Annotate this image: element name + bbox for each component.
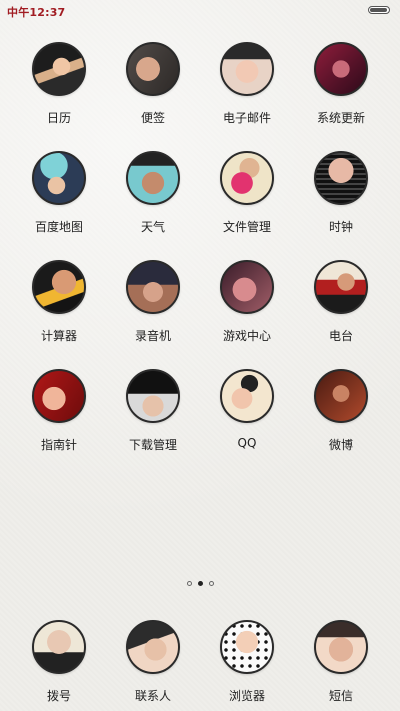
page-indicator [0,581,400,586]
app-calendar[interactable]: 日历 [12,42,106,150]
dock: 拨号 联系人 浏览器 短信 [0,620,400,710]
dock-dialer[interactable]: 拨号 [12,620,106,710]
file-manager-avatar-icon[interactable] [220,151,274,205]
app-label: 文件管理 [222,220,271,234]
calculator-avatar-icon[interactable] [32,260,86,314]
app-label: 微博 [328,438,353,452]
app-label: 天气 [140,220,165,234]
app-label: 便签 [140,111,165,125]
app-label: 浏览器 [228,689,265,703]
app-file-manager[interactable]: 文件管理 [200,151,294,259]
dock-messages[interactable]: 短信 [294,620,388,710]
email-avatar-icon[interactable] [220,42,274,96]
app-label: 电子邮件 [222,111,271,125]
app-email[interactable]: 电子邮件 [200,42,294,150]
app-radio[interactable]: 电台 [294,260,388,368]
page-dot-active[interactable] [197,581,203,586]
app-weibo[interactable]: 微博 [294,369,388,477]
messages-avatar-icon[interactable] [314,620,368,674]
app-clock[interactable]: 时钟 [294,151,388,259]
app-label: 录音机 [134,329,171,343]
app-label: 指南针 [40,438,77,452]
battery-icon [368,6,390,14]
app-label: 游戏中心 [222,329,271,343]
system-update-avatar-icon[interactable] [314,42,368,96]
app-label: 下载管理 [128,438,177,452]
app-weather[interactable]: 天气 [106,151,200,259]
app-recorder[interactable]: 录音机 [106,260,200,368]
battery-fill [370,8,387,12]
app-calculator[interactable]: 计算器 [12,260,106,368]
recorder-avatar-icon[interactable] [126,260,180,314]
qq-avatar-icon[interactable] [220,369,274,423]
notes-avatar-icon[interactable] [126,42,180,96]
app-label: QQ [237,436,257,450]
app-label: 联系人 [134,689,171,703]
dialer-avatar-icon[interactable] [32,620,86,674]
status-time: 中午12:37 [7,6,66,19]
dock-browser[interactable]: 浏览器 [200,620,294,710]
app-download-manager[interactable]: 下载管理 [106,369,200,477]
status-bar: 中午12:37 [0,0,400,24]
app-label: 时钟 [328,220,353,234]
weather-avatar-icon[interactable] [126,151,180,205]
game-center-avatar-icon[interactable] [220,260,274,314]
app-label: 电台 [328,329,353,343]
contacts-avatar-icon[interactable] [126,620,180,674]
app-label: 拨号 [46,689,71,703]
app-compass[interactable]: 指南针 [12,369,106,477]
calendar-avatar-icon[interactable] [32,42,86,96]
page-dot[interactable] [208,581,214,586]
app-label: 计算器 [40,329,77,343]
app-label: 短信 [328,689,353,703]
app-label: 百度地图 [34,220,83,234]
app-system-update[interactable]: 系统更新 [294,42,388,150]
weibo-avatar-icon[interactable] [314,369,368,423]
app-label: 系统更新 [316,111,365,125]
browser-avatar-icon[interactable] [220,620,274,674]
clock-avatar-icon[interactable] [314,151,368,205]
app-game-center[interactable]: 游戏中心 [200,260,294,368]
dock-contacts[interactable]: 联系人 [106,620,200,710]
baidu-map-avatar-icon[interactable] [32,151,86,205]
radio-avatar-icon[interactable] [314,260,368,314]
compass-avatar-icon[interactable] [32,369,86,423]
app-notes[interactable]: 便签 [106,42,200,150]
app-qq[interactable]: QQ [200,369,294,477]
download-manager-avatar-icon[interactable] [126,369,180,423]
app-grid: 日历 便签 电子邮件 系统更新 百度地图 天气 文件管理 时钟 计算器 录音机 … [0,42,400,477]
app-baidu-map[interactable]: 百度地图 [12,151,106,259]
page-dot[interactable] [186,581,192,586]
app-label: 日历 [46,111,71,125]
